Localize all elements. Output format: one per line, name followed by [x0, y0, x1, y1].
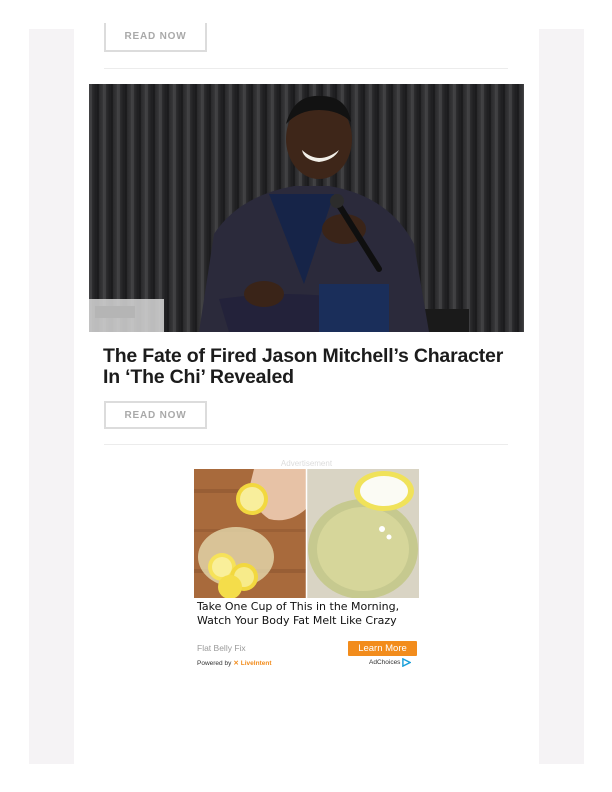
powered-by[interactable]: Powered by ✕ LiveIntent	[197, 659, 272, 668]
liveintent-label: LiveIntent	[240, 659, 272, 667]
read-now-button[interactable]: READ NOW	[104, 401, 207, 429]
right-gutter	[539, 29, 584, 764]
headline-line-2[interactable]: In ‘The Chi’ Revealed	[103, 367, 523, 388]
divider	[104, 444, 508, 445]
advertisement-label: Advertisement	[280, 459, 333, 468]
divider	[104, 68, 508, 69]
left-gutter	[29, 29, 74, 764]
headline-line-1[interactable]: The Fate of Fired Jason Mitchell’s Chara…	[103, 346, 523, 367]
article-headline[interactable]: The Fate of Fired Jason Mitchell’s Chara…	[103, 346, 523, 388]
adchoices-label: AdChoices	[369, 659, 401, 666]
learn-more-button[interactable]: Learn More	[348, 641, 417, 656]
article-hero-image[interactable]	[89, 84, 524, 332]
lemon-water-photo	[194, 469, 419, 598]
photo-jason-mitchell	[89, 84, 524, 332]
liveintent-icon: ✕	[233, 660, 239, 667]
adchoices-link[interactable]: AdChoices	[369, 658, 412, 667]
ad-image[interactable]	[194, 469, 419, 598]
powered-by-text: Powered by	[197, 659, 232, 667]
read-now-button[interactable]: READ NOW	[104, 23, 207, 52]
adchoices-icon	[402, 658, 412, 667]
ad-headline[interactable]: Take One Cup of This in the Morning, Wat…	[197, 600, 412, 627]
ad-source: Flat Belly Fix	[197, 643, 246, 653]
